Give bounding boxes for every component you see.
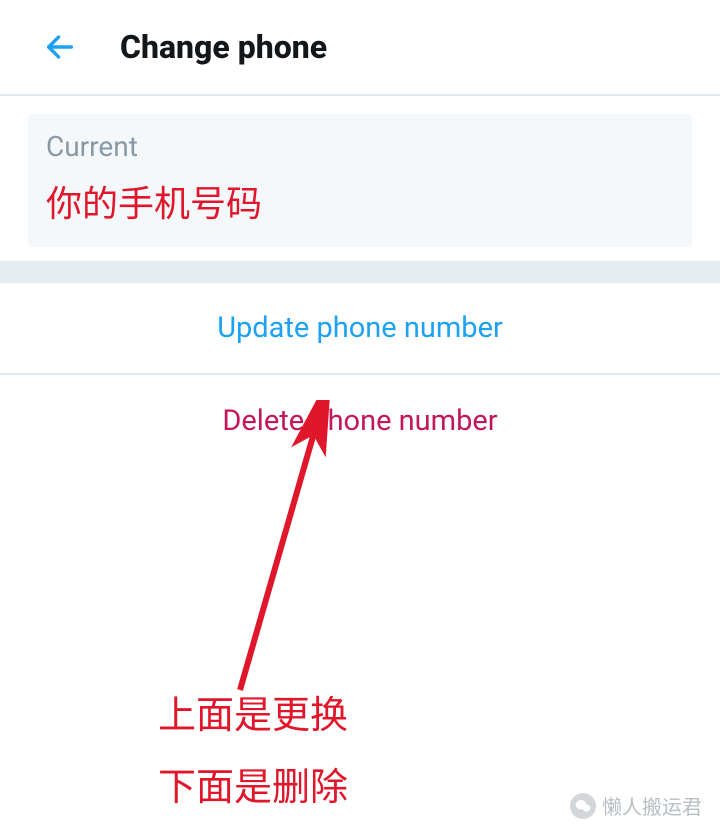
watermark-text: 懒人搬运君: [602, 791, 702, 820]
update-phone-label: Update phone number: [217, 311, 503, 345]
watermark: 懒人搬运君: [570, 791, 702, 820]
current-label: Current: [46, 130, 674, 163]
header: Change phone: [0, 0, 720, 96]
wechat-icon: [570, 793, 596, 819]
arrow-left-icon: [43, 30, 77, 64]
back-button[interactable]: [40, 27, 80, 67]
update-phone-button[interactable]: Update phone number: [0, 283, 720, 375]
section-divider: [0, 261, 720, 283]
delete-phone-button[interactable]: Delete phone number: [0, 375, 720, 467]
delete-phone-label: Delete phone number: [222, 404, 497, 438]
annotation-line-2: 下面是删除: [158, 752, 348, 824]
current-phone-card: Current 你的手机号码: [28, 114, 692, 247]
current-phone-value: 你的手机号码: [46, 175, 674, 227]
annotation-text: 上面是更换 下面是删除: [158, 680, 348, 824]
page-title: Change phone: [120, 28, 327, 66]
annotation-line-1: 上面是更换: [158, 680, 348, 752]
